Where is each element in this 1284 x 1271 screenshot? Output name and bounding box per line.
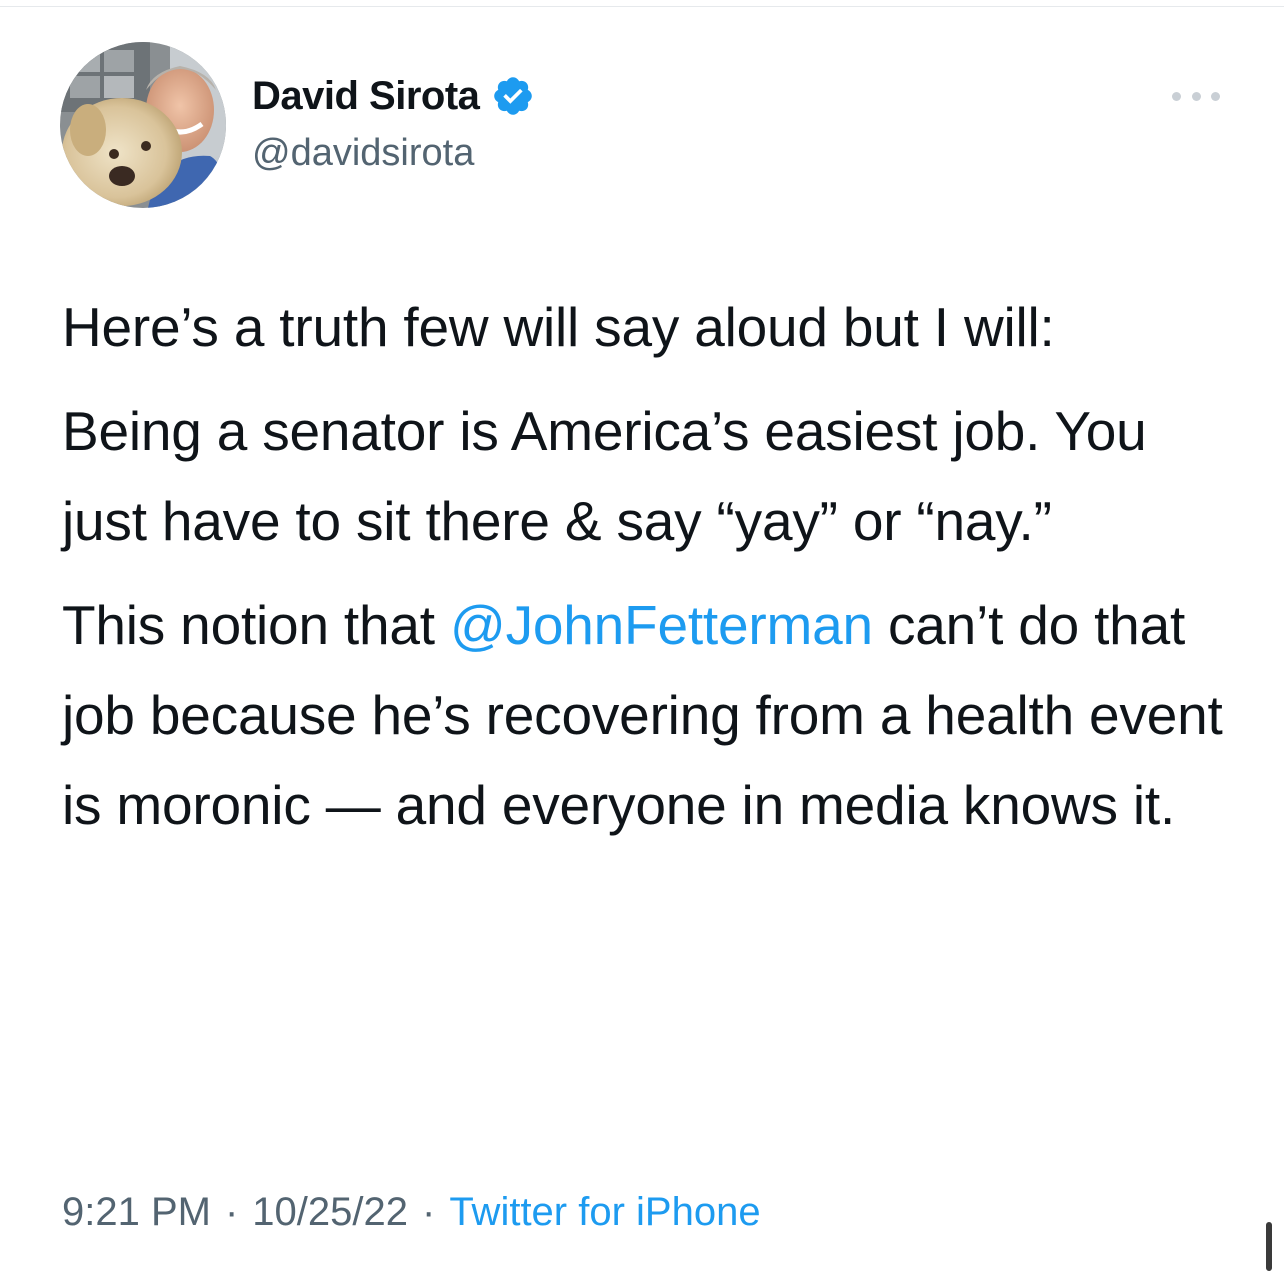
more-dot	[1211, 91, 1220, 101]
tweet-date[interactable]: 10/25/22	[252, 1190, 408, 1235]
author-name-row[interactable]: David Sirota	[252, 72, 535, 120]
more-options-icon[interactable]	[1172, 84, 1220, 108]
mention-link[interactable]: @JohnFetterman	[450, 594, 873, 656]
top-divider	[0, 6, 1284, 7]
tweet-text: Here’s a truth few will say aloud but I …	[62, 282, 1232, 850]
tweet-paragraph: Being a senator is America’s easiest job…	[62, 400, 1147, 552]
tweet-source-link[interactable]: Twitter for iPhone	[449, 1190, 760, 1235]
display-name[interactable]: David Sirota	[252, 74, 480, 119]
tweet-paragraph: This notion that @JohnFetterman can’t do…	[62, 580, 1232, 850]
paragraph-text: This notion that	[62, 594, 450, 656]
tweet-paragraph: Here’s a truth few will say aloud but I …	[62, 296, 1055, 358]
meta-separator: ·	[224, 1190, 239, 1234]
more-dot	[1172, 91, 1181, 101]
tweet-time[interactable]: 9:21 PM	[62, 1190, 211, 1235]
tweet-meta: 9:21 PM · 10/25/22 · Twitter for iPhone	[62, 1190, 761, 1235]
avatar[interactable]	[60, 42, 226, 208]
more-dot	[1191, 91, 1201, 101]
avatar-photo	[60, 42, 226, 208]
tweet-screenshot: David Sirota @davidsirota Here’s a truth…	[0, 0, 1284, 1271]
verified-badge-icon	[491, 74, 535, 118]
meta-separator: ·	[422, 1190, 436, 1234]
scrollbar[interactable]	[1266, 1222, 1272, 1271]
handle[interactable]: @davidsirota	[252, 132, 474, 175]
